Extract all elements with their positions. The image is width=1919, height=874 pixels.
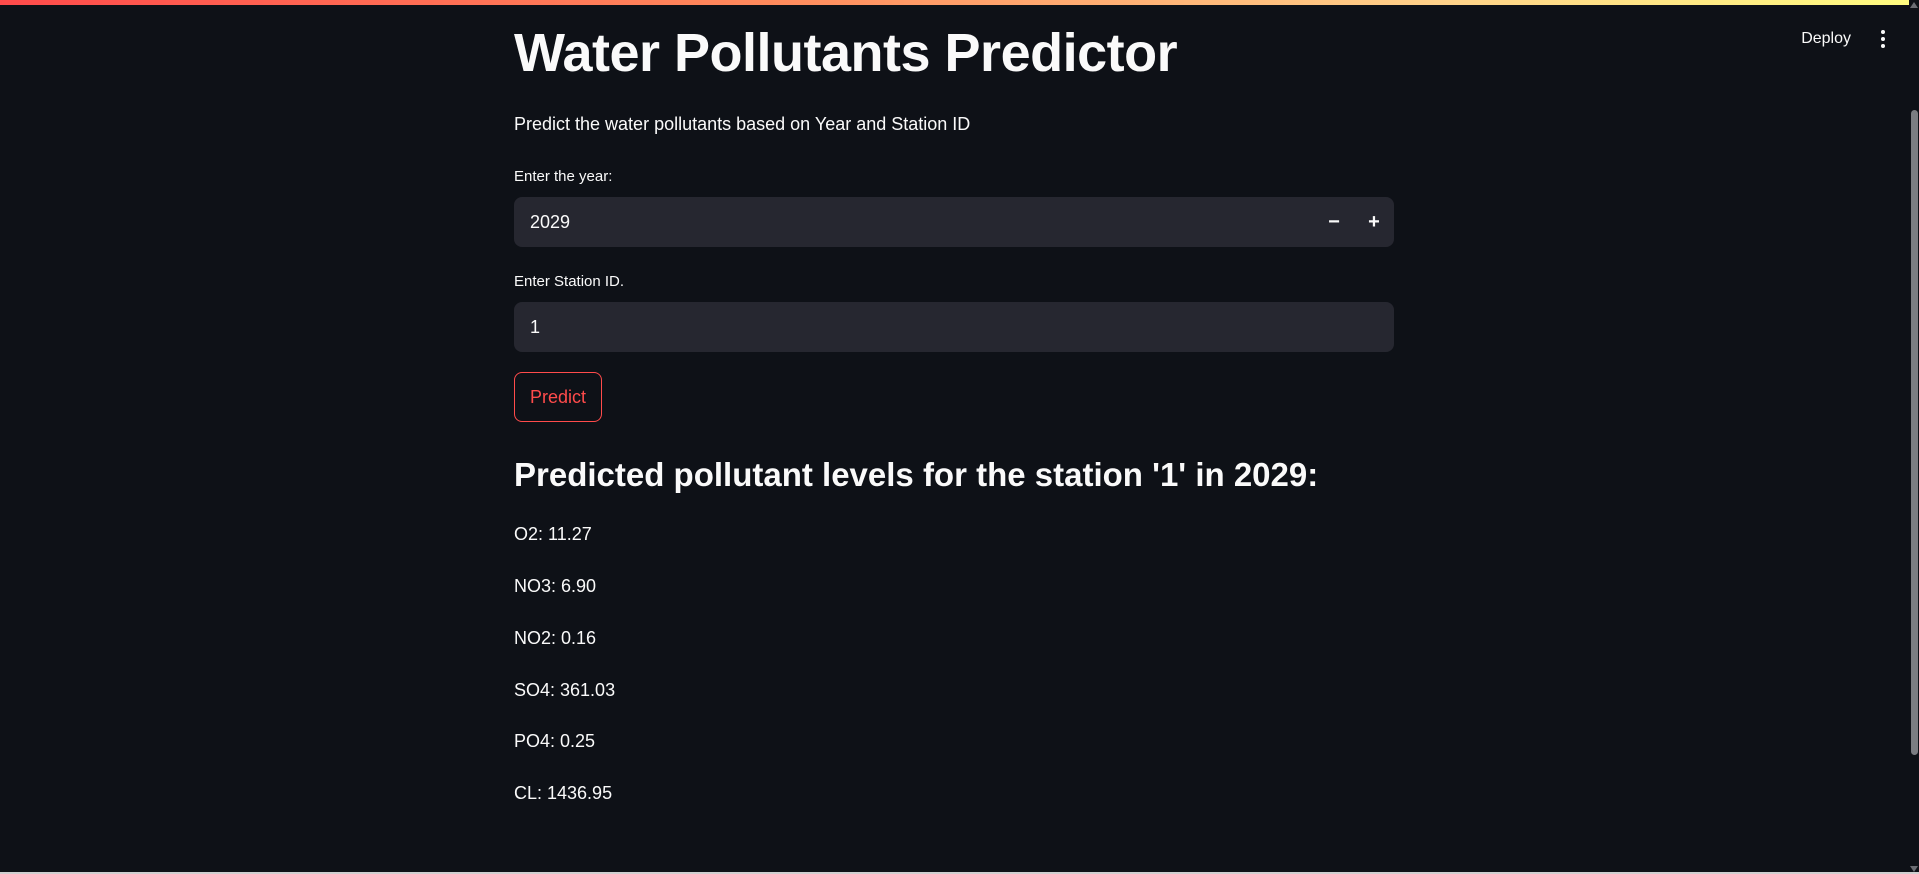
top-decoration-bar xyxy=(0,0,1919,5)
deploy-button[interactable]: Deploy xyxy=(1801,30,1851,48)
result-item-no2: NO2: 0.16 xyxy=(514,628,597,648)
result-heading: Predicted pollutant levels for the stati… xyxy=(514,456,1319,493)
scroll-up-arrow-icon[interactable] xyxy=(1910,2,1918,8)
result-item-no3: NO3: 6.90 xyxy=(514,576,597,596)
station-input[interactable] xyxy=(514,301,1394,353)
station-text-input xyxy=(514,301,1394,353)
result-item-cl: CL: 1436.95 xyxy=(514,783,613,803)
result-item-o2: O2: 11.27 xyxy=(514,524,592,544)
page-title: Water Pollutants Predictor xyxy=(514,23,1178,83)
kebab-dot xyxy=(1881,30,1885,34)
year-field-label: Enter the year: xyxy=(514,168,613,185)
app-page: Deploy Water Pollutants Predictor Predic… xyxy=(0,0,1919,874)
year-input[interactable] xyxy=(514,196,1314,248)
kebab-dot xyxy=(1881,44,1885,48)
station-field-label: Enter Station ID. xyxy=(514,273,625,290)
kebab-dot xyxy=(1881,37,1885,41)
result-item-po4: PO4: 0.25 xyxy=(514,731,596,751)
kebab-menu-icon[interactable] xyxy=(1877,28,1889,50)
year-number-input: − + xyxy=(514,196,1394,248)
page-subtitle: Predict the water pollutants based on Ye… xyxy=(514,114,971,134)
result-item-so4: SO4: 361.03 xyxy=(514,680,616,700)
predict-button[interactable]: Predict xyxy=(514,372,603,422)
year-decrement-button[interactable]: − xyxy=(1314,197,1354,247)
scrollbar[interactable] xyxy=(1909,0,1919,874)
year-increment-button[interactable]: + xyxy=(1354,197,1394,247)
header-actions: Deploy xyxy=(1801,28,1889,50)
scrollbar-thumb[interactable] xyxy=(1911,110,1918,755)
